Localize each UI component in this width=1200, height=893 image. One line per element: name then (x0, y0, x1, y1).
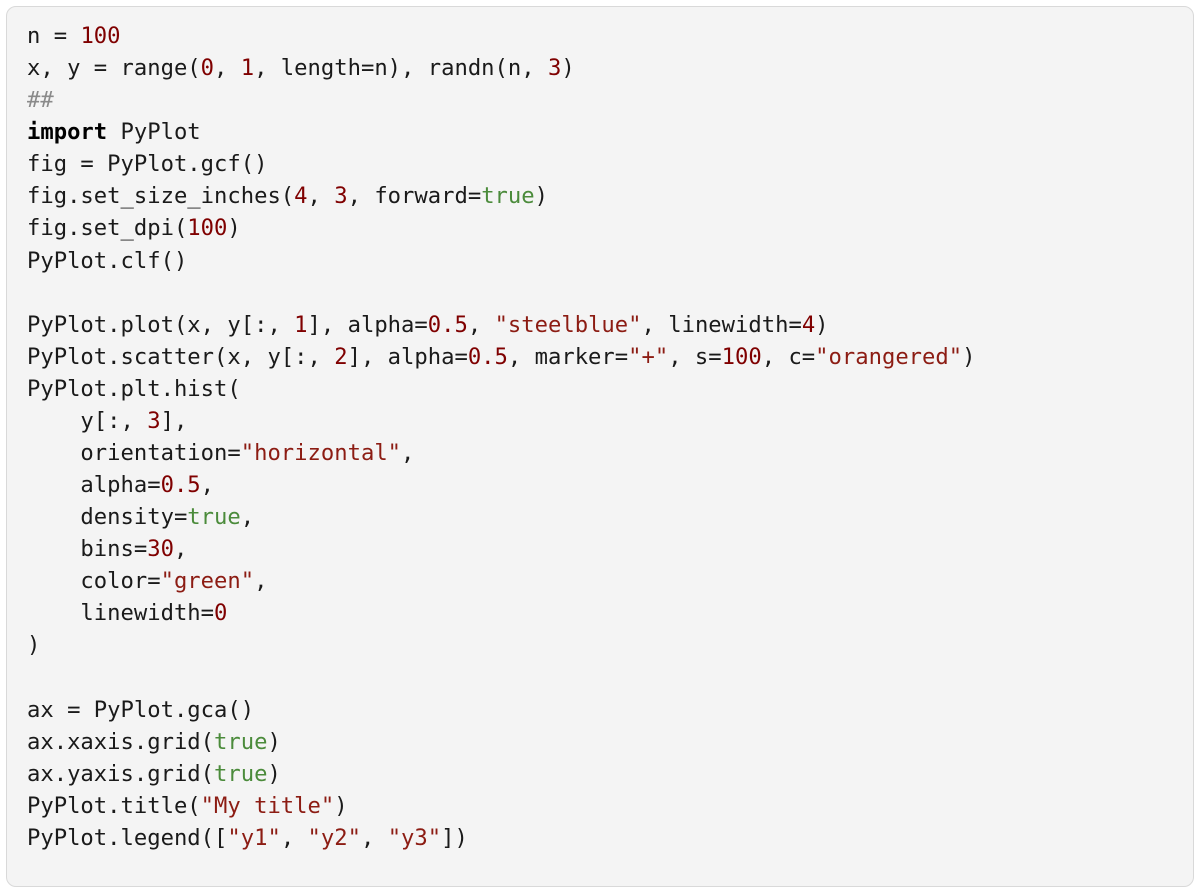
page-container: n = 100 x, y = range(0, 1, length=n), ra… (0, 0, 1200, 893)
code-token: "y2" (308, 825, 361, 851)
code-token: "My title" (201, 793, 335, 819)
code-token: 0.5 (428, 312, 468, 338)
code-token: "horizontal" (241, 440, 401, 466)
code-token: 30 (147, 536, 174, 562)
code-token: 3 (548, 55, 561, 81)
code-token: 4 (294, 183, 307, 209)
code-token: import (27, 119, 107, 145)
code-block: n = 100 x, y = range(0, 1, length=n), ra… (6, 6, 1194, 887)
code-token: "green" (161, 568, 255, 594)
code-token: 3 (147, 408, 160, 434)
code-token: "y1" (227, 825, 280, 851)
code-token: 4 (802, 312, 815, 338)
code-token: 1 (294, 312, 307, 338)
code-token: "steelblue" (495, 312, 642, 338)
code-token: 1 (241, 55, 254, 81)
code-token: 100 (187, 215, 227, 241)
code-token: true (214, 761, 267, 787)
code-token: 3 (334, 183, 347, 209)
code-token: "y3" (388, 825, 441, 851)
code-token: "orangered" (815, 344, 962, 370)
code-token: 100 (722, 344, 762, 370)
code-token: "+" (628, 344, 668, 370)
code-token: true (214, 729, 267, 755)
code-token: 0.5 (468, 344, 508, 370)
code-token: true (187, 504, 240, 530)
code-token: 0 (201, 55, 214, 81)
code-token: 0.5 (161, 472, 201, 498)
code-token: 0 (214, 600, 227, 626)
code-token: 100 (80, 23, 120, 49)
code-token: 2 (334, 344, 347, 370)
code-content: n = 100 x, y = range(0, 1, length=n), ra… (27, 23, 975, 851)
code-token: true (481, 183, 534, 209)
code-token: ## (27, 87, 54, 113)
